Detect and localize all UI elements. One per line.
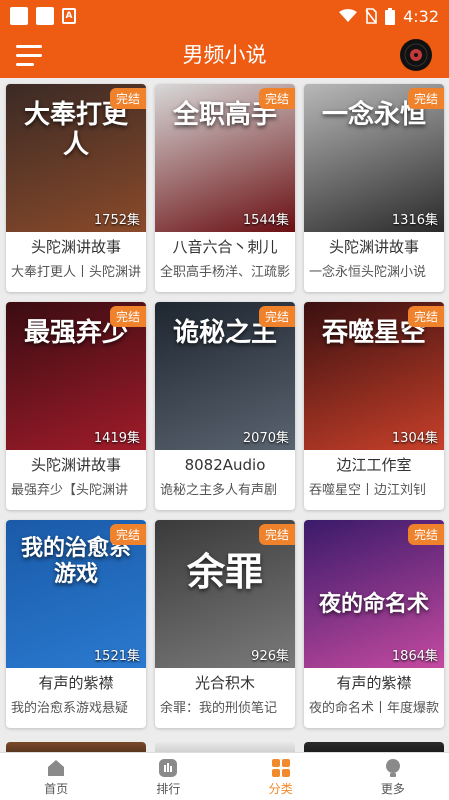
narrator-name: 八音六合丶刺儿 xyxy=(172,238,278,256)
book-card[interactable]: 夜的命名术 完结 1864集 有声的紫襟 夜的命名术丨年度爆款 xyxy=(304,520,444,728)
episode-count: 1544集 xyxy=(242,213,289,228)
tab-home[interactable]: 首页 xyxy=(0,753,112,800)
wifi-icon xyxy=(339,9,358,22)
episode-count: 1304集 xyxy=(391,431,438,446)
narrator-name: 头陀渊讲故事 xyxy=(328,238,419,256)
book-description: 一念永恒头陀渊小说 xyxy=(309,265,427,280)
book-card[interactable]: 全职高手 完结 1544集 八音六合丶刺儿 全职高手杨洋、江疏影 xyxy=(155,84,295,292)
book-cover: 我的治愈系游戏 完结 1521集 xyxy=(6,520,146,668)
narrator-name: 头陀渊讲故事 xyxy=(30,238,121,256)
book-cover: 吞噬星空 完结 1304集 xyxy=(304,302,444,450)
tab-ranking[interactable]: 排行 xyxy=(112,753,224,800)
book-description: 吞噬星空丨边江刘钊 xyxy=(309,483,427,498)
book-description: 全职高手杨洋、江疏影 xyxy=(160,265,291,280)
app-bar: 男频小说 xyxy=(0,32,449,78)
status-badge: 完结 xyxy=(109,306,146,327)
book-description: 大奉打更人丨头陀渊讲 xyxy=(11,265,142,280)
narrator-name: 有声的紫襟 xyxy=(336,674,412,692)
book-cover: 一念永恒 完结 1316集 xyxy=(304,84,444,232)
book-description: 余罪：我的刑侦笔记 xyxy=(160,701,278,716)
status-badge: 完结 xyxy=(109,524,146,545)
narrator-name: 8082Audio xyxy=(184,456,266,474)
episode-count: 1752集 xyxy=(93,213,140,228)
book-card[interactable]: 一念永恒 完结 1316集 头陀渊讲故事 一念永恒头陀渊小说 xyxy=(304,84,444,292)
status-badge: 完结 xyxy=(407,524,444,545)
book-cover: 诡秘之主 完结 2070集 xyxy=(155,302,295,450)
book-cover: 最强弃少 完结 1419集 xyxy=(6,302,146,450)
episode-count: 2070集 xyxy=(242,431,289,446)
book-description: 夜的命名术丨年度爆款 xyxy=(309,701,440,716)
episode-count: 1521集 xyxy=(93,649,140,664)
book-card[interactable]: 大奉打更人 完结 1752集 头陀渊讲故事 大奉打更人丨头陀渊讲 xyxy=(6,84,146,292)
page-title: 男频小说 xyxy=(182,43,267,67)
tab-category[interactable]: 分类 xyxy=(225,753,337,800)
book-card[interactable]: 吞噬星空 完结 1304集 边江工作室 吞噬星空丨边江刘钊 xyxy=(304,302,444,510)
episode-count: 1316集 xyxy=(391,213,438,228)
book-card[interactable]: 余罪 完结 926集 光合积木 余罪：我的刑侦笔记 xyxy=(155,520,295,728)
category-icon xyxy=(271,758,290,777)
notification-icon xyxy=(10,7,28,25)
narrator-name: 光合积木 xyxy=(194,674,255,692)
no-sim-icon xyxy=(365,8,377,24)
book-card[interactable]: 我的治愈系游戏 完结 1521集 有声的紫襟 我的治愈系游戏悬疑 xyxy=(6,520,146,728)
tab-more[interactable]: 更多 xyxy=(337,753,449,800)
book-description: 我的治愈系游戏悬疑 xyxy=(11,701,129,716)
status-badge: 完结 xyxy=(258,88,295,109)
status-time: 4:32 xyxy=(403,6,439,26)
status-badge: 完结 xyxy=(109,88,146,109)
episode-count: 926集 xyxy=(251,649,289,664)
book-grid: 大奉打更人 完结 1752集 头陀渊讲故事 大奉打更人丨头陀渊讲 全职高手 完结… xyxy=(0,78,449,752)
book-cover: 夜的命名术 完结 1864集 xyxy=(304,520,444,668)
book-card[interactable]: 最强弃少 完结 1419集 头陀渊讲故事 最强弃少【头陀渊讲 xyxy=(6,302,146,510)
episode-count: 1419集 xyxy=(93,431,140,446)
book-description: 最强弃少【头陀渊讲 xyxy=(11,483,129,498)
music-disc-icon[interactable] xyxy=(399,38,433,72)
book-cover: 余罪 完结 926集 xyxy=(155,520,295,668)
narrator-name: 边江工作室 xyxy=(336,456,412,474)
ranking-icon xyxy=(159,758,178,777)
status-badge: 完结 xyxy=(407,88,444,109)
home-icon xyxy=(48,759,65,776)
app-notification-icon: A xyxy=(62,8,76,24)
status-badge: 完结 xyxy=(407,306,444,327)
status-bar: A 4:32 xyxy=(0,0,449,32)
book-cover: 大奉打更人 完结 1752集 xyxy=(6,84,146,232)
book-cover: 全职高手 完结 1544集 xyxy=(155,84,295,232)
status-badge: 完结 xyxy=(258,524,295,545)
status-badge: 完结 xyxy=(258,306,295,327)
book-description: 诡秘之主多人有声剧 xyxy=(160,483,278,498)
narrator-name: 头陀渊讲故事 xyxy=(30,456,121,474)
bottom-tab-bar: 首页 排行 分类 更多 xyxy=(0,752,449,800)
notification-icon xyxy=(36,7,54,25)
battery-icon xyxy=(385,7,396,25)
more-icon xyxy=(385,758,400,777)
narrator-name: 有声的紫襟 xyxy=(38,674,114,692)
book-card[interactable]: 诡秘之主 完结 2070集 8082Audio 诡秘之主多人有声剧 xyxy=(155,302,295,510)
episode-count: 1864集 xyxy=(391,649,438,664)
